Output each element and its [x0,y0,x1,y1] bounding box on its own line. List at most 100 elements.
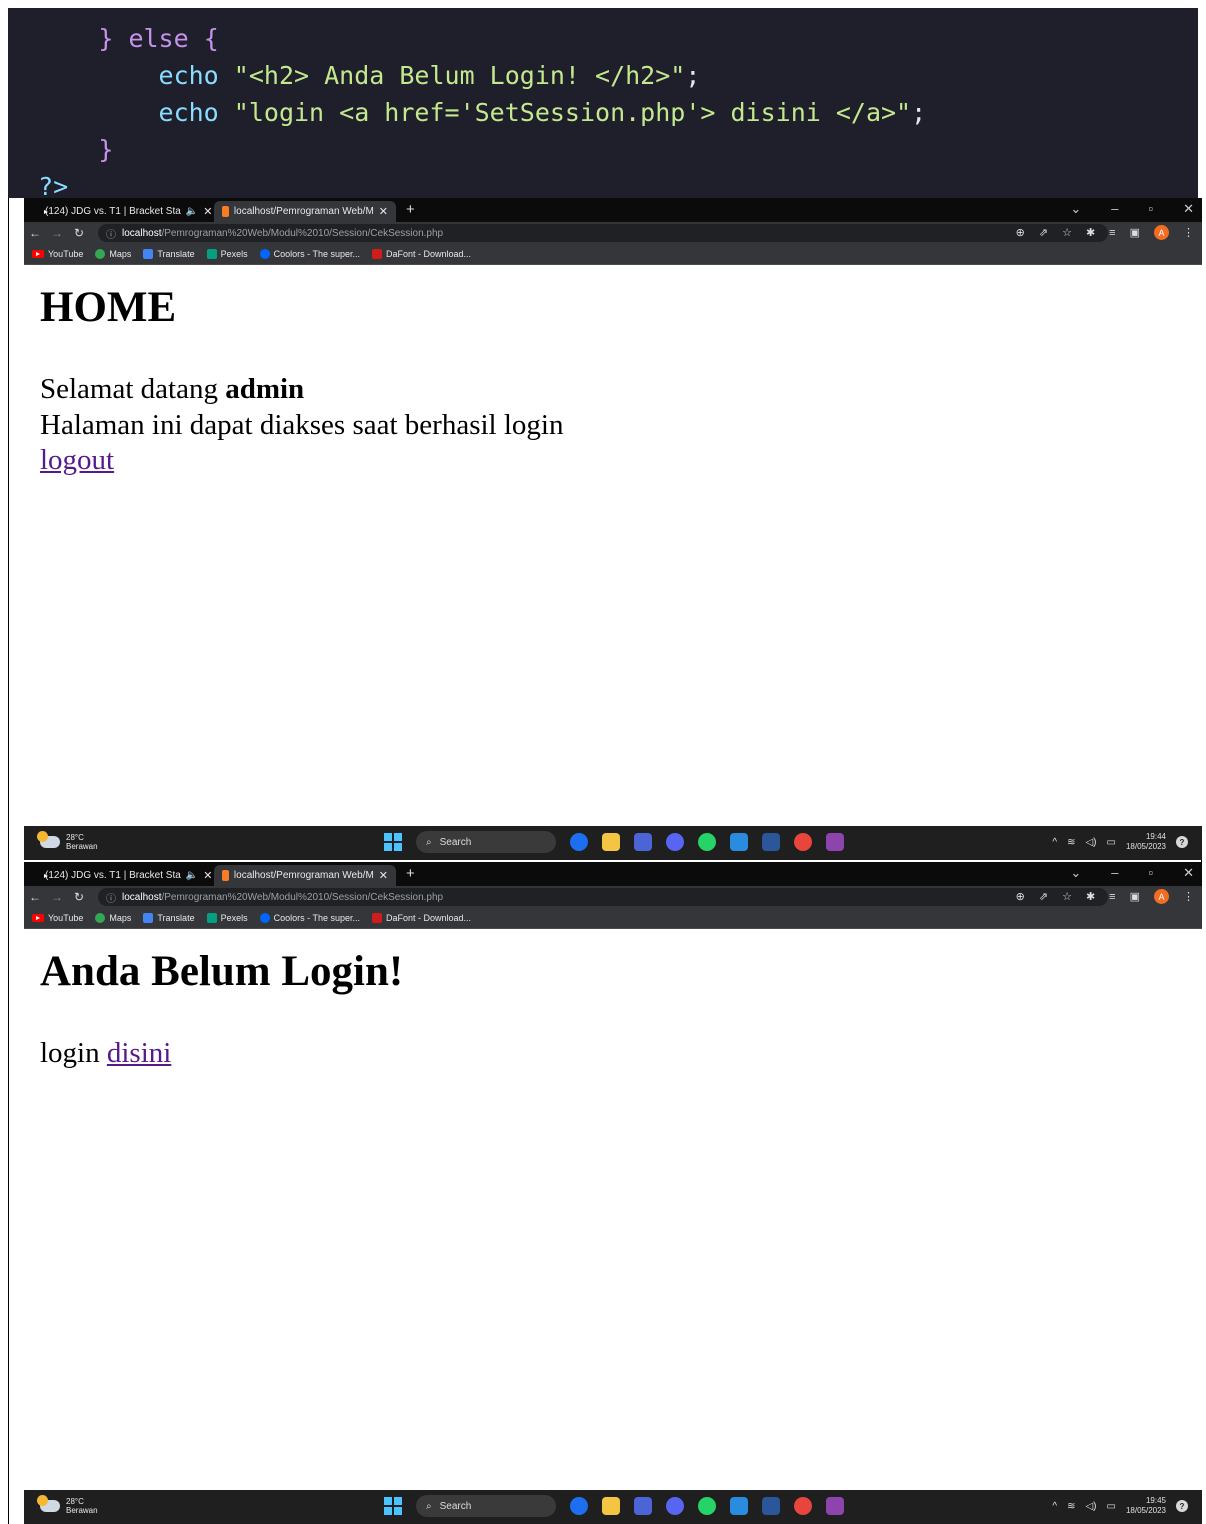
menu-icon[interactable]: ⋮ [1183,890,1194,903]
volume-icon[interactable]: ◁) [1085,837,1096,848]
logout-link[interactable]: logout [40,444,114,476]
login-link[interactable]: disini [107,1037,171,1069]
restore-icon[interactable]: ▫ [1148,865,1153,881]
battery-icon[interactable]: ▭ [1107,837,1116,848]
chrome-icon[interactable] [794,833,812,851]
extensions-icon[interactable]: ✱ [1086,226,1095,239]
forward-icon[interactable]: → [46,890,68,904]
profile-avatar[interactable]: A [1154,889,1169,904]
back-icon[interactable]: ← [24,226,46,240]
frame-border [8,198,9,1524]
windows-start-icon[interactable] [384,1497,402,1515]
bookmark-coolors[interactable]: Coolors - The super... [259,913,360,923]
bookmark-pexels[interactable]: Pexels [206,249,248,259]
phpstorm-icon[interactable] [826,1497,844,1515]
clock[interactable]: 19:45 18/05/2023 [1126,1496,1166,1516]
help-icon[interactable]: ? [1176,836,1188,848]
code-string: "<h2> Anda Belum Login! </h2>" [233,61,686,90]
close-icon[interactable]: ✕ [379,205,388,218]
bookmark-dafont[interactable]: DaFont - Download... [371,249,471,259]
zoom-icon[interactable]: ⊕ [1016,226,1025,239]
discord-icon[interactable] [666,833,684,851]
bing-icon[interactable] [570,833,588,851]
reload-icon[interactable]: ↻ [68,226,90,240]
url-field[interactable]: ⓘ localhost/Pemrograman%20Web/Modul%2010… [98,888,1108,906]
bookmark-coolors[interactable]: Coolors - The super... [259,249,360,259]
close-icon[interactable]: ✕ [203,869,212,882]
taskbar-search[interactable]: ⌕ Search [416,831,556,853]
bing-icon[interactable] [570,1497,588,1515]
new-tab-button[interactable]: + [406,865,415,883]
close-icon[interactable]: ✕ [203,205,212,218]
media-icon[interactable]: ≡ [1109,891,1115,903]
tab-youtube[interactable]: (124) JDG vs. T1 | Bracket Sta 🔈 ✕ [32,865,212,886]
weather-widget[interactable]: 28°C Berawan [37,831,98,851]
wifi-icon[interactable]: ≋ [1067,1501,1075,1512]
tab-search-icon[interactable]: ⌄ [1070,865,1081,881]
bookmark-translate[interactable]: Translate [143,913,195,923]
minimize-icon[interactable]: – [1111,865,1118,881]
restore-icon[interactable]: ▫ [1148,201,1153,217]
sidepanel-icon[interactable]: ▣ [1130,226,1140,239]
reload-icon[interactable]: ↻ [68,890,90,904]
help-icon[interactable]: ? [1176,1500,1188,1512]
battery-icon[interactable]: ▭ [1107,1501,1116,1512]
close-window-icon[interactable]: ✕ [1183,865,1194,881]
bookmark-youtube[interactable]: YouTube [32,913,83,923]
chevron-up-icon[interactable]: ^ [1052,837,1057,848]
audio-icon[interactable]: 🔈 [186,206,198,217]
star-icon[interactable]: ☆ [1062,226,1072,239]
minimize-icon[interactable]: – [1111,201,1118,217]
info-icon[interactable]: ⓘ [106,890,116,905]
bookmark-youtube[interactable]: YouTube [32,249,83,259]
url-field[interactable]: ⓘ localhost/Pemrograman%20Web/Modul%2010… [98,224,1108,242]
bookmark-dafont[interactable]: DaFont - Download... [371,913,471,923]
teams-icon[interactable] [634,1497,652,1515]
whatsapp-icon[interactable] [698,1497,716,1515]
whatsapp-icon[interactable] [698,833,716,851]
sidepanel-icon[interactable]: ▣ [1130,890,1140,903]
info-icon[interactable]: ⓘ [106,226,116,241]
word-icon[interactable] [762,833,780,851]
bookmark-translate[interactable]: Translate [143,249,195,259]
file-explorer-icon[interactable] [602,833,620,851]
weather-widget[interactable]: 28°C Berawan [37,1495,98,1515]
teams-icon[interactable] [634,833,652,851]
tab-localhost[interactable]: localhost/Pemrograman Web/M ✕ [214,201,396,222]
chrome-icon[interactable] [794,1497,812,1515]
audio-icon[interactable]: 🔈 [186,870,198,881]
taskbar-search[interactable]: ⌕ Search [416,1495,556,1517]
file-explorer-icon[interactable] [602,1497,620,1515]
bookmark-maps[interactable]: Maps [95,249,131,259]
share-icon[interactable]: ⇗ [1039,890,1048,903]
zoom-icon[interactable]: ⊕ [1016,890,1025,903]
chevron-up-icon[interactable]: ^ [1052,1501,1057,1512]
close-window-icon[interactable]: ✕ [1183,201,1194,217]
vscode-icon[interactable] [730,1497,748,1515]
bookmark-maps[interactable]: Maps [95,913,131,923]
wifi-icon[interactable]: ≋ [1067,837,1075,848]
star-icon[interactable]: ☆ [1062,890,1072,903]
word-icon[interactable] [762,1497,780,1515]
windows-start-icon[interactable] [384,833,402,851]
profile-avatar[interactable]: A [1154,225,1169,240]
tab-youtube[interactable]: (124) JDG vs. T1 | Bracket Sta 🔈 ✕ [32,201,212,222]
clock[interactable]: 19:44 18/05/2023 [1126,832,1166,852]
extensions-icon[interactable]: ✱ [1086,890,1095,903]
media-icon[interactable]: ≡ [1109,227,1115,239]
tab-localhost[interactable]: localhost/Pemrograman Web/M ✕ [214,865,396,886]
share-icon[interactable]: ⇗ [1039,226,1048,239]
tab-search-icon[interactable]: ⌄ [1070,201,1081,217]
weather-text: Berawan [66,842,98,851]
discord-icon[interactable] [666,1497,684,1515]
close-icon[interactable]: ✕ [379,869,388,882]
bookmark-pexels[interactable]: Pexels [206,913,248,923]
forward-icon[interactable]: → [46,226,68,240]
menu-icon[interactable]: ⋮ [1183,226,1194,239]
phpstorm-icon[interactable] [826,833,844,851]
coolors-icon [259,913,270,923]
back-icon[interactable]: ← [24,890,46,904]
new-tab-button[interactable]: + [406,201,415,219]
vscode-icon[interactable] [730,833,748,851]
volume-icon[interactable]: ◁) [1085,1501,1096,1512]
